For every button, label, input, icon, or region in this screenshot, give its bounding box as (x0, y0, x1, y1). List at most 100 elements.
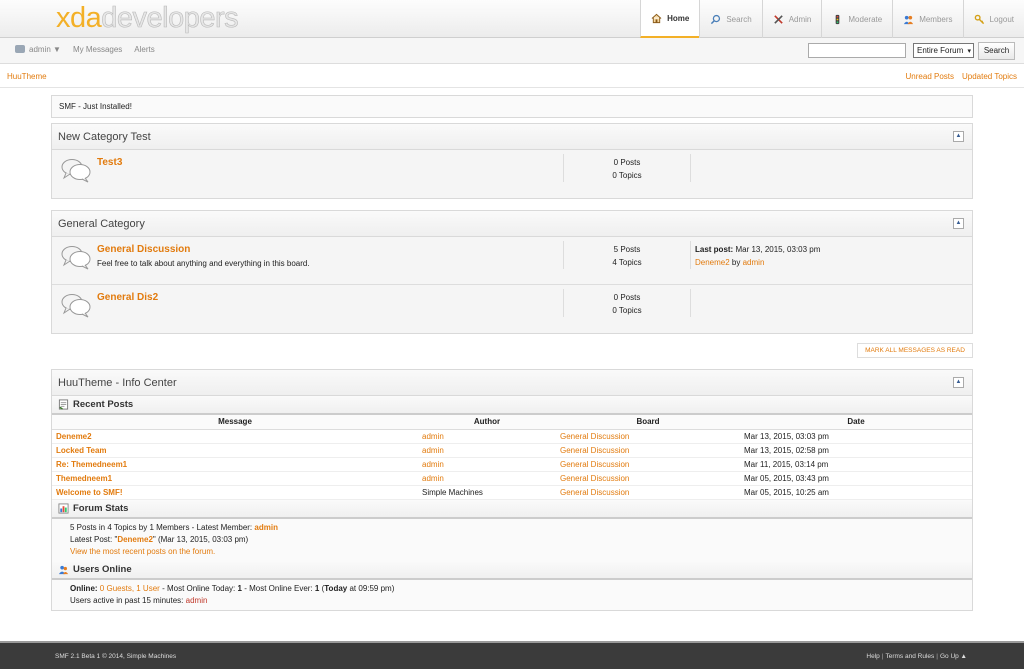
unread-posts-link[interactable]: Unread Posts (906, 72, 954, 81)
breadcrumb-home[interactable]: HuuTheme (7, 72, 47, 81)
category-general-category: General Category ▲ General Discussion Fe… (51, 210, 973, 334)
top-header: xdadevelopers Home Search Admin Moderate… (0, 0, 1024, 38)
collapse-icon[interactable]: ▲ (953, 377, 964, 388)
post-author-link[interactable]: admin (418, 443, 556, 458)
footer: SMF 2.1 Beta 1 © 2014, Simple Machines H… (0, 641, 1024, 669)
table-row: Deneme2 admin General Discussion Mar 13,… (52, 429, 972, 444)
search-button[interactable]: Search (978, 42, 1015, 60)
column-header: Message (52, 415, 418, 430)
board-stats: 0 Posts 0 Topics (563, 289, 691, 317)
alerts-link[interactable]: Alerts (134, 45, 154, 54)
mark-all-read-button[interactable]: MARK ALL MESSAGES AS READ (857, 343, 973, 358)
online-users-link[interactable]: 0 Guests, 1 User (100, 584, 160, 593)
main-nav: Home Search Admin Moderate Members Logou… (640, 0, 1024, 38)
news-box: SMF - Just Installed! (51, 95, 973, 118)
latest-member-link[interactable]: admin (254, 523, 278, 532)
recent-posts-icon (58, 399, 69, 410)
post-date: Mar 13, 2015, 02:58 pm (740, 443, 972, 458)
table-row: Welcome to SMF! Simple Machines General … (52, 485, 972, 500)
last-post-topic-link[interactable]: Deneme2 (695, 258, 730, 267)
active-user-link[interactable]: admin (186, 596, 208, 605)
nav-logout[interactable]: Logout (962, 0, 1024, 38)
copyright: SMF 2.1 Beta 1 © 2014, Simple Machines (55, 653, 177, 660)
search-scope-select[interactable]: Entire Forum ▾ (913, 43, 974, 58)
post-board-link[interactable]: General Discussion (556, 429, 740, 444)
nav-search[interactable]: Search (699, 0, 761, 38)
search-input[interactable] (808, 43, 906, 58)
collapse-icon[interactable]: ▲ (953, 218, 964, 229)
collapse-icon[interactable]: ▲ (953, 131, 964, 142)
post-board-link[interactable]: General Discussion (556, 443, 740, 458)
post-title-link[interactable]: Locked Team (52, 443, 418, 458)
board-row: Test3 0 Posts 0 Topics (52, 150, 972, 198)
last-post-author-link[interactable]: admin (743, 258, 765, 267)
post-author-link[interactable]: admin (418, 457, 556, 472)
recent-posts-header: Recent Posts (52, 396, 972, 415)
help-link[interactable]: Help (866, 653, 879, 660)
board-description: Feel free to talk about anything and eve… (97, 259, 310, 268)
updated-topics-link[interactable]: Updated Topics (962, 72, 1017, 81)
column-header: Date (740, 415, 972, 430)
post-board-link[interactable]: General Discussion (556, 485, 740, 500)
latest-post-link[interactable]: Deneme2 (117, 535, 153, 544)
category-header: New Category Test ▲ (52, 124, 972, 150)
board-stats: 5 Posts 4 Topics (563, 241, 691, 269)
board-row: General Dis2 0 Posts 0 Topics (52, 285, 972, 333)
post-author-link[interactable]: admin (418, 429, 556, 444)
nav-home[interactable]: Home (640, 0, 700, 38)
admin-tools-icon (773, 14, 783, 24)
table-header-row: Message Author Board Date (52, 415, 972, 430)
table-row: Re: Themedneem1 admin General Discussion… (52, 457, 972, 472)
avatar (15, 45, 25, 53)
board-last-post: Last post: Mar 13, 2015, 03:03 pm Deneme… (695, 245, 821, 267)
nav-admin[interactable]: Admin (761, 0, 822, 38)
user-menu[interactable]: admin ▼ (15, 45, 61, 54)
board-bubbles-icon (61, 159, 91, 183)
go-up-link[interactable]: Go Up ▲ (940, 653, 967, 660)
post-date: Mar 11, 2015, 03:14 pm (740, 457, 972, 472)
category-header: General Category ▲ (52, 211, 972, 237)
terms-link[interactable]: Terms and Rules (885, 653, 934, 660)
users-online-icon (58, 565, 69, 574)
board-bubbles-icon (61, 246, 91, 270)
post-author-link[interactable]: admin (418, 471, 556, 486)
members-icon (904, 15, 914, 24)
board-stats: 0 Posts 0 Topics (563, 154, 691, 182)
my-messages-link[interactable]: My Messages (73, 45, 122, 54)
board-link-test3[interactable]: Test3 (97, 157, 122, 168)
nav-moderate[interactable]: Moderate (821, 0, 892, 38)
table-row: Themedneem1 admin General Discussion Mar… (52, 471, 972, 486)
post-board-link[interactable]: General Discussion (556, 471, 740, 486)
nav-members[interactable]: Members (892, 0, 962, 38)
post-author: Simple Machines (418, 485, 556, 500)
recent-posts-table: Message Author Board Date Deneme2 admin … (52, 415, 972, 500)
board-link-general-dis2[interactable]: General Dis2 (97, 292, 158, 303)
info-center-header: HuuTheme - Info Center ▲ (52, 370, 972, 396)
info-center: HuuTheme - Info Center ▲ Recent Posts Me… (51, 369, 973, 611)
post-title-link[interactable]: Deneme2 (52, 429, 418, 444)
forum-stats: 5 Posts in 4 Topics by 1 Members - Lates… (52, 518, 972, 561)
post-date: Mar 05, 2015, 03:43 pm (740, 471, 972, 486)
logout-key-icon (974, 14, 984, 24)
moderate-icon (836, 14, 840, 24)
board-row: General Discussion Feel free to talk abo… (52, 237, 972, 285)
board-bubbles-icon (61, 294, 91, 318)
stats-chart-icon (58, 502, 69, 514)
post-board-link[interactable]: General Discussion (556, 457, 740, 472)
column-header: Author (418, 415, 556, 430)
recent-posts-link[interactable]: View the most recent posts on the forum. (70, 547, 215, 556)
post-title-link[interactable]: Welcome to SMF! (52, 485, 418, 500)
post-date: Mar 13, 2015, 03:03 pm (740, 429, 972, 444)
breadcrumb: HuuTheme Unread Posts Updated Topics (0, 65, 1024, 88)
post-title-link[interactable]: Re: Themedneem1 (52, 457, 418, 472)
home-icon (651, 13, 662, 23)
column-header: Board (556, 415, 740, 430)
users-online: Online: 0 Guests, 1 User - Most Online T… (52, 579, 972, 610)
forum-stats-header: Forum Stats (52, 499, 972, 519)
board-link-general-discussion[interactable]: General Discussion (97, 244, 190, 255)
table-row: Locked Team admin General Discussion Mar… (52, 443, 972, 458)
chevron-down-icon: ▾ (967, 48, 971, 55)
post-date: Mar 05, 2015, 10:25 am (740, 485, 972, 500)
site-logo[interactable]: xdadevelopers (56, 2, 239, 35)
post-title-link[interactable]: Themedneem1 (52, 471, 418, 486)
